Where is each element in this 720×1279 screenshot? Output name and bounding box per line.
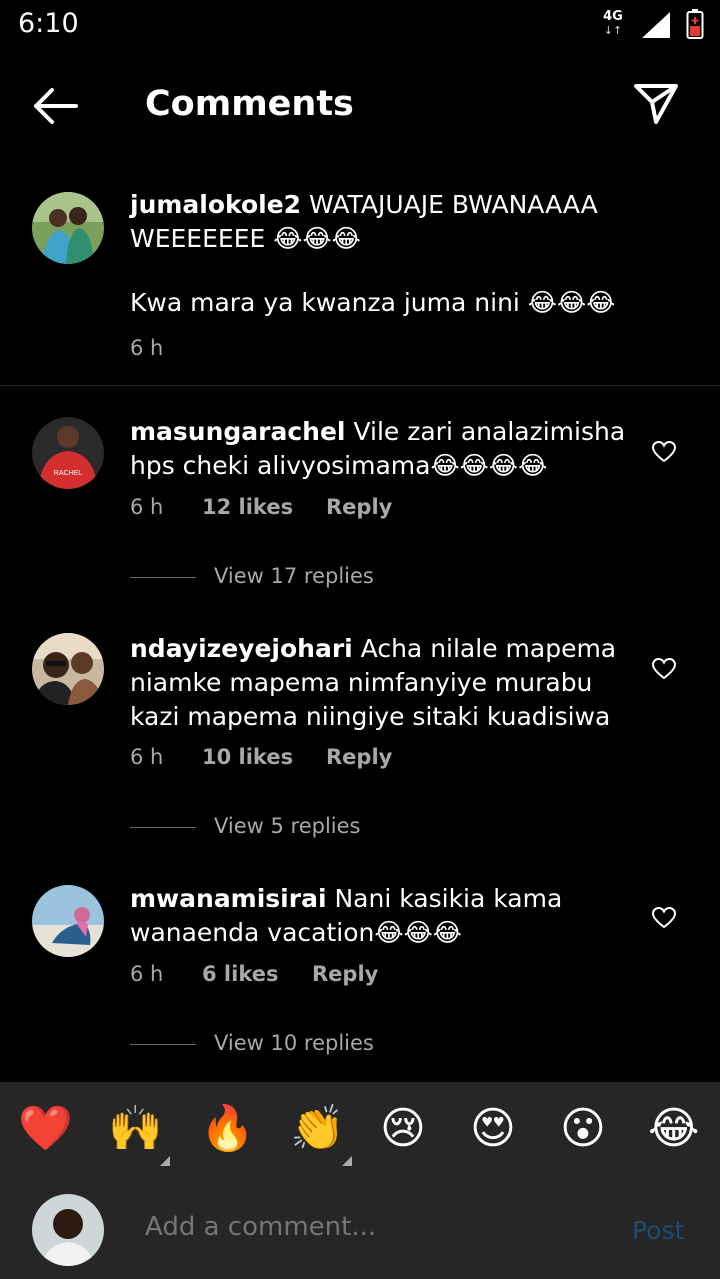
caption-line-2: WEEEEEEE 😂😂😂	[130, 224, 361, 253]
current-user-avatar	[32, 1194, 104, 1266]
comment-meta: 6 h 10 likes Reply	[130, 745, 392, 769]
post-button[interactable]: Post	[632, 1216, 684, 1245]
caption-meta: 6 h	[130, 336, 163, 360]
comment-line-2: hps cheki alivyosimama😂😂😂😂	[130, 451, 548, 480]
avatar-image: RACHEL	[32, 417, 104, 489]
view-replies-label: View 17 replies	[214, 564, 374, 588]
caption-line-1: WATAJUAJE BWANAAAA	[301, 190, 598, 219]
comment-line-2: niamke mapema nimfanyiye murabu	[130, 668, 593, 697]
comment-meta: 6 h 12 likes Reply	[130, 495, 392, 519]
comment-likes[interactable]: 10 likes	[202, 745, 326, 769]
comments-header: Comments	[0, 60, 720, 150]
comment-likes[interactable]: 12 likes	[202, 495, 326, 519]
heart-emoji-button[interactable]: ❤️	[18, 1104, 73, 1154]
avatar-image	[32, 633, 104, 705]
clapping-hands-emoji-button[interactable]: 👏	[290, 1104, 345, 1154]
skin-tone-caret-icon	[342, 1156, 352, 1166]
view-replies-button[interactable]: View 17 replies	[130, 564, 374, 588]
comment-line-1: Nani kasikia kama	[326, 884, 563, 913]
comment-text: mwanamisirai Nani kasikia kama wanaenda …	[130, 882, 562, 950]
svg-text:RACHEL: RACHEL	[54, 470, 83, 477]
surprised-face-emoji-button[interactable]: 😮	[560, 1104, 606, 1154]
comment-line-1: Vile zari analazimisha	[345, 417, 626, 446]
comment-line-2: wanaenda vacation😂😂😂	[130, 918, 462, 947]
comment-line-3: kazi mapema niingiye sitaki kuadisiwa	[130, 702, 611, 731]
like-heart-icon[interactable]	[652, 907, 676, 929]
comment-username[interactable]: mwanamisirai	[130, 884, 327, 913]
comment-text: masungarachel Vile zari analazimisha hps…	[130, 415, 625, 483]
view-replies-label: View 10 replies	[214, 1031, 374, 1055]
status-bar: 6:10 4G ↓↑	[0, 0, 720, 52]
direct-share-icon[interactable]	[632, 82, 680, 126]
avatar[interactable]: RACHEL	[32, 417, 104, 489]
replies-divider	[130, 576, 196, 578]
comment-likes[interactable]: 6 likes	[202, 962, 312, 986]
comment-timestamp: 6 h	[130, 495, 164, 519]
raised-hands-emoji-button[interactable]: 🙌	[108, 1104, 163, 1154]
avatar-image	[32, 885, 104, 957]
avatar[interactable]	[32, 885, 104, 957]
comment-line-1: Acha nilale mapema	[352, 634, 617, 663]
network-type-label: 4G	[603, 9, 623, 24]
replies-divider	[130, 826, 196, 828]
caption-text: jumalokole2 WATAJUAJE BWANAAAA WEEEEEEE …	[130, 188, 615, 320]
comment-meta: 6 h 6 likes Reply	[130, 962, 378, 986]
avatar-image	[32, 1194, 104, 1266]
replies-divider	[130, 1043, 196, 1045]
laughing-face-emoji-button[interactable]: 😂	[648, 1104, 699, 1154]
skin-tone-caret-icon	[160, 1156, 170, 1166]
avatar-image	[32, 192, 104, 264]
comment-text: ndayizeyejohari Acha nilale mapema niamk…	[130, 632, 616, 734]
network-activity-icon: ↓↑	[603, 24, 623, 37]
view-replies-button[interactable]: View 10 replies	[130, 1031, 374, 1055]
signal-icon	[642, 12, 670, 38]
view-replies-button[interactable]: View 5 replies	[130, 814, 361, 838]
status-time: 6:10	[18, 8, 79, 39]
caption-line-3: Kwa mara ya kwanza juma nini 😂😂😂	[130, 288, 616, 317]
post-caption: jumalokole2 WATAJUAJE BWANAAAA WEEEEEEE …	[0, 180, 720, 386]
avatar[interactable]	[32, 192, 104, 264]
reply-button[interactable]: Reply	[326, 495, 392, 519]
battery-icon	[686, 9, 704, 39]
back-arrow-icon[interactable]	[30, 86, 80, 126]
avatar[interactable]	[32, 633, 104, 705]
heart-eyes-emoji-button[interactable]: 😍	[470, 1104, 516, 1154]
emoji-reaction-bar: ❤️ 🙌 🔥 👏 😢 😍 😮 😂	[0, 1082, 720, 1182]
page-title: Comments	[145, 84, 354, 124]
view-replies-label: View 5 replies	[214, 814, 361, 838]
reply-button[interactable]: Reply	[326, 745, 392, 769]
caption-timestamp: 6 h	[130, 336, 164, 360]
like-heart-icon[interactable]	[652, 658, 676, 680]
reply-button[interactable]: Reply	[312, 962, 378, 986]
fire-emoji-button[interactable]: 🔥	[200, 1104, 255, 1154]
crying-face-emoji-button[interactable]: 😢	[380, 1104, 426, 1154]
like-heart-icon[interactable]	[652, 441, 676, 463]
comment-username[interactable]: masungarachel	[130, 417, 346, 446]
comment-timestamp: 6 h	[130, 745, 164, 769]
comment-username[interactable]: ndayizeyejohari	[130, 634, 353, 663]
comment-composer: Post	[0, 1182, 720, 1279]
caption-username[interactable]: jumalokole2	[130, 190, 301, 219]
comment-timestamp: 6 h	[130, 962, 164, 986]
comment-input[interactable]	[145, 1212, 605, 1242]
